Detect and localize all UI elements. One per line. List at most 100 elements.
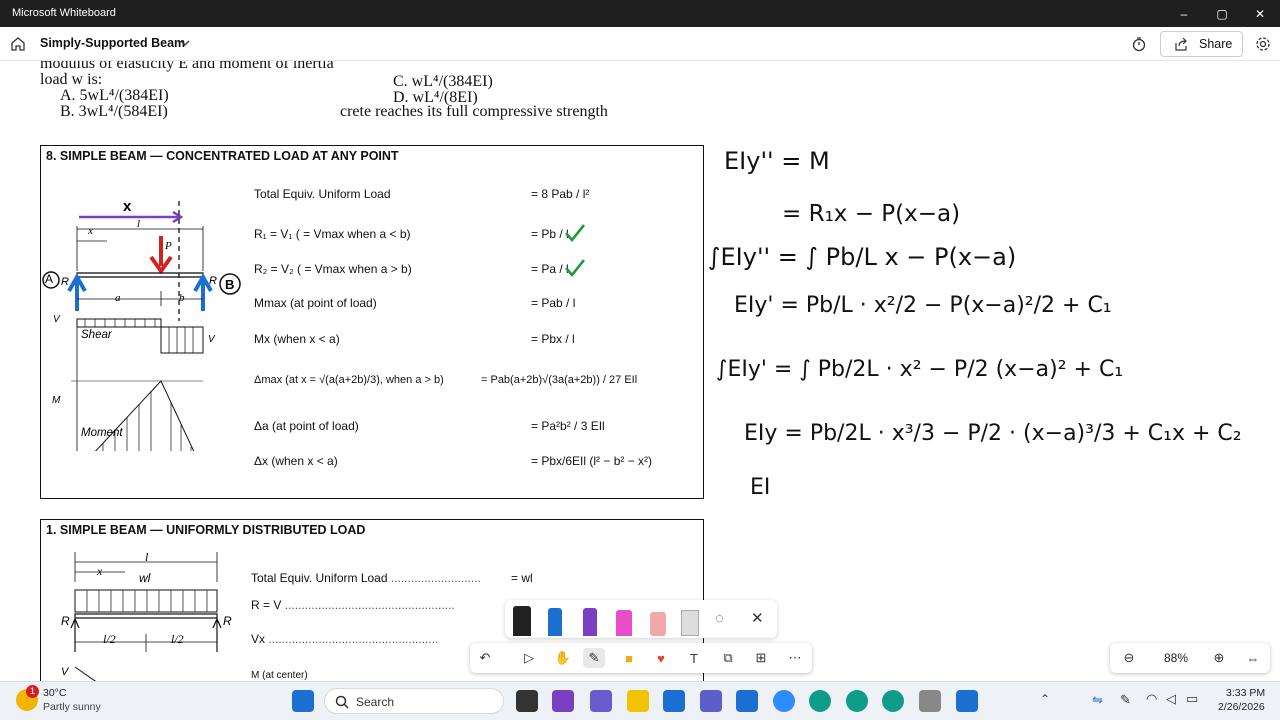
label-l: l (137, 218, 141, 230)
teams-icon[interactable] (700, 690, 722, 712)
label-x-small: x (88, 225, 93, 237)
note-line-7[interactable]: EI (750, 475, 770, 500)
formula-result: = Pab(a+2b)√(3a(a+2b)) / 27 EIl (481, 374, 638, 386)
app-icon[interactable] (919, 690, 941, 712)
formula-result: = Pbx/6EIl (l² − b² − x²) (531, 454, 653, 468)
clock-time[interactable]: 3:33 PM (1226, 687, 1265, 699)
question-image[interactable]: modulus of elasticity E and moment of in… (40, 61, 705, 121)
ruler-icon[interactable] (681, 610, 699, 636)
pen-tool-icon[interactable]: ✎ (583, 648, 605, 668)
black-pen-icon[interactable] (513, 606, 531, 636)
table-8-title: 8. SIMPLE BEAM — CONCENTRATED LOAD AT AN… (46, 149, 399, 163)
whiteboard-canvas[interactable]: modulus of elasticity E and moment of in… (0, 61, 1280, 681)
edge-beta-icon[interactable] (846, 690, 868, 712)
label-half: l/2 (103, 632, 116, 646)
beam-diagram-8 (42, 201, 241, 451)
fit-screen-icon[interactable]: ⇔ (1242, 648, 1264, 668)
note-line-4[interactable]: EIy' = Pb/L · x²/2 − P(x−a)²/2 + C₁ (734, 293, 1112, 318)
label-l: l (145, 550, 149, 564)
battery-icon[interactable]: ▭ (1186, 691, 1198, 707)
search-icon (335, 695, 349, 709)
label-mmax: M (52, 395, 61, 406)
beam-table-8[interactable]: 8. SIMPLE BEAM — CONCENTRATED LOAD AT AN… (40, 145, 704, 499)
start-windows-icon[interactable] (292, 690, 314, 712)
formula-label: Δmax (at x = √(a(a+2b)/3), when a > b) (254, 374, 444, 386)
label-r1: R (61, 614, 70, 628)
zoom-level: 88% (1164, 651, 1189, 665)
label-v2: V (208, 334, 215, 345)
settings-gear-icon[interactable] (1255, 36, 1271, 52)
wifi-icon[interactable]: ◠ (1146, 691, 1157, 707)
question-fragment: crete reaches its full compressive stren… (340, 103, 608, 120)
app-icon[interactable] (552, 690, 574, 712)
zoom-in-icon[interactable]: ⊕ (1208, 648, 1230, 668)
formula-result: = Pa²b² / 3 EIl (531, 419, 605, 433)
label-r1: R (61, 276, 69, 288)
formula-row: Total Equiv. Uniform Load ..............… (251, 571, 481, 585)
chevron-down-icon[interactable] (180, 39, 190, 47)
formula-row: Δx (when x < a) (254, 454, 338, 468)
share-label: Share (1199, 37, 1233, 51)
share-button[interactable]: Share (1160, 31, 1243, 57)
formula-row: R₂ = V₂ ( = Vmax when a > b) (254, 262, 412, 276)
close-pen-icon[interactable]: ✕ (751, 609, 764, 627)
formula-row: Δmax (at x = √(a(a+2b)/3), when a > b) (254, 374, 444, 386)
note-line-1[interactable]: EIy'' = M (724, 147, 830, 175)
app-icon[interactable] (956, 690, 978, 712)
table-1-title: 1. SIMPLE BEAM — UNIFORMLY DISTRIBUTED L… (46, 523, 366, 537)
copilot-icon[interactable] (590, 690, 612, 712)
templates-icon[interactable]: ⊞ (750, 648, 772, 668)
minimize-button[interactable]: – (1166, 0, 1202, 27)
hand-pan-icon[interactable]: ✋ (552, 648, 574, 668)
store-icon[interactable] (663, 690, 685, 712)
blue-pen-icon[interactable] (548, 608, 562, 636)
formula-label: Total Equiv. Uniform Load (254, 187, 391, 201)
edge-dev-icon[interactable] (882, 690, 904, 712)
formula-label: Total Equiv. Uniform Load (251, 571, 388, 585)
label-shear: Shear (81, 329, 112, 341)
volume-icon[interactable]: ◁ (1166, 691, 1176, 707)
sticky-note-icon[interactable]: ■ (618, 648, 640, 668)
network-share-icon[interactable]: ⇋ (1092, 692, 1103, 708)
checkmark-icon (565, 224, 586, 243)
file-explorer-icon[interactable] (627, 690, 649, 712)
note-line-3[interactable]: ∫EIy'' = ∫ Pb/L x − P(x−a) (708, 243, 1016, 271)
formula-row: Vx .....................................… (251, 632, 439, 646)
maximize-button[interactable]: ▢ (1204, 0, 1240, 27)
timer-icon[interactable] (1131, 36, 1147, 52)
formula-result: = wl (511, 571, 533, 585)
bottom-toolbar: ↶ ▷ ✋ ✎ ■ ♥ T ⧉ ⊞ ⋯ (470, 643, 812, 673)
label-r2: R (209, 275, 217, 287)
board-name[interactable]: Simply-Supported Beam (40, 36, 185, 50)
search-box[interactable]: Search (324, 688, 504, 714)
chevron-up-icon[interactable]: ⌃ (1040, 692, 1050, 706)
formula-result: = 8 Pab / l² (531, 187, 590, 201)
formula-row: M (at center) (251, 670, 308, 681)
text-icon[interactable]: T (683, 648, 705, 668)
task-view-icon[interactable] (516, 690, 538, 712)
zoom-app-icon[interactable] (773, 690, 795, 712)
label-b: b (179, 292, 185, 304)
pen-icon[interactable]: ✎ (1120, 692, 1131, 708)
clock-date[interactable]: 2/26/2026 (1218, 701, 1265, 713)
shapes-icon[interactable]: ⧉ (717, 648, 739, 668)
note-line-5[interactable]: ∫EIy' = ∫ Pb/2L · x² − P/2 (x−a)² + C₁ (716, 357, 1123, 382)
purple-pen-icon[interactable] (583, 608, 597, 636)
reaction-heart-icon[interactable]: ♥ (650, 648, 672, 668)
label-circle-a: A (45, 272, 54, 286)
select-icon[interactable]: ▷ (518, 648, 540, 668)
undo-icon[interactable]: ↶ (474, 648, 496, 668)
home-icon[interactable] (10, 36, 26, 52)
highlighter-icon[interactable] (616, 610, 632, 636)
close-button[interactable]: ✕ (1242, 0, 1278, 27)
share-icon (1175, 37, 1187, 51)
edge-icon[interactable] (809, 690, 831, 712)
note-line-2[interactable]: = R₁x − P(x−a) (782, 201, 960, 227)
more-icon[interactable]: ⋯ (784, 648, 806, 668)
lasso-icon[interactable]: ◌ (715, 610, 724, 627)
note-line-6[interactable]: EIy = Pb/2L · x³/3 − P/2 · (x−a)³/3 + C₁… (744, 421, 1242, 446)
whiteboard-app-icon[interactable] (736, 690, 758, 712)
eraser-icon[interactable] (650, 612, 666, 636)
zoom-out-icon[interactable]: ⊖ (1118, 648, 1140, 668)
label-circle-b: B (225, 277, 235, 292)
